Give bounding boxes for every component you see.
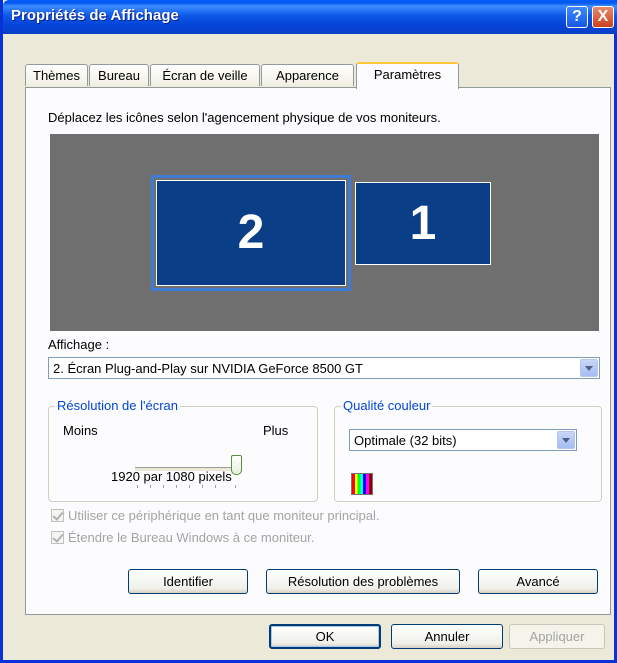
tab-themes[interactable]: Thèmes <box>25 64 88 86</box>
slider-tick <box>163 485 164 488</box>
apply-button[interactable]: Appliquer <box>509 624 605 649</box>
monitor-1[interactable]: 1 <box>355 182 491 265</box>
identify-button[interactable]: Identifier <box>128 569 248 594</box>
cancel-button[interactable]: Annuler <box>391 624 503 649</box>
display-select-value: 2. Écran Plug-and-Play sur NVIDIA GeForc… <box>53 361 363 376</box>
window-title: Propriétés de Affichage <box>11 7 179 24</box>
display-properties-window: Propriétés de Affichage ? X Thèmes Burea… <box>0 0 617 663</box>
slider-tick <box>189 485 190 488</box>
tab-appearance[interactable]: Apparence <box>261 64 354 86</box>
slider-tick <box>176 485 177 488</box>
advanced-button[interactable]: Avancé <box>478 569 598 594</box>
slider-tick <box>202 485 203 488</box>
resolution-value-text: 1920 par 1080 pixels <box>111 469 232 484</box>
chevron-down-icon[interactable] <box>557 431 575 449</box>
resolution-group: Résolution de l'écran Moins Plus 1920 pa… <box>48 398 318 502</box>
color-preview-icon <box>351 473 373 495</box>
instruction-text: Déplacez les icônes selon l'agencement p… <box>48 110 441 125</box>
slider-tick <box>150 485 151 488</box>
slider-tick <box>235 485 236 488</box>
resolution-slider-thumb[interactable] <box>231 455 242 475</box>
close-button[interactable]: X <box>592 6 614 28</box>
slider-tick <box>137 485 138 488</box>
settings-panel: Déplacez les icônes selon l'agencement p… <box>25 87 611 615</box>
slider-tick <box>215 485 216 488</box>
extend-desktop-label: Étendre le Bureau Windows à ce moniteur. <box>68 530 315 545</box>
tab-desktop[interactable]: Bureau <box>89 64 149 86</box>
resolution-legend: Résolution de l'écran <box>55 398 180 413</box>
tab-settings[interactable]: Paramètres <box>356 62 459 89</box>
troubleshoot-button[interactable]: Résolution des problèmes <box>266 569 460 594</box>
display-label: Affichage : <box>48 337 110 352</box>
color-quality-group: Qualité couleur Optimale (32 bits) <box>334 398 602 502</box>
help-button[interactable]: ? <box>566 6 588 28</box>
resolution-more-label: Plus <box>263 423 289 438</box>
title-bar[interactable]: Propriétés de Affichage ? X <box>3 0 617 34</box>
primary-monitor-label: Utiliser ce périphérique en tant que mon… <box>68 508 380 523</box>
ok-button[interactable]: OK <box>269 624 381 649</box>
primary-monitor-checkbox[interactable] <box>51 509 64 522</box>
tab-screensaver[interactable]: Écran de veille <box>150 64 260 86</box>
color-quality-legend: Qualité couleur <box>341 398 433 413</box>
resolution-less-label: Moins <box>63 423 98 438</box>
chevron-down-icon[interactable] <box>580 359 598 377</box>
display-select[interactable]: 2. Écran Plug-and-Play sur NVIDIA GeForc… <box>48 357 600 379</box>
extend-desktop-checkbox[interactable] <box>51 531 64 544</box>
color-quality-select[interactable]: Optimale (32 bits) <box>349 429 577 451</box>
monitor-arrangement-area[interactable]: 2 1 <box>50 134 599 331</box>
monitor-2[interactable]: 2 <box>151 175 351 291</box>
color-quality-value: Optimale (32 bits) <box>354 433 457 448</box>
